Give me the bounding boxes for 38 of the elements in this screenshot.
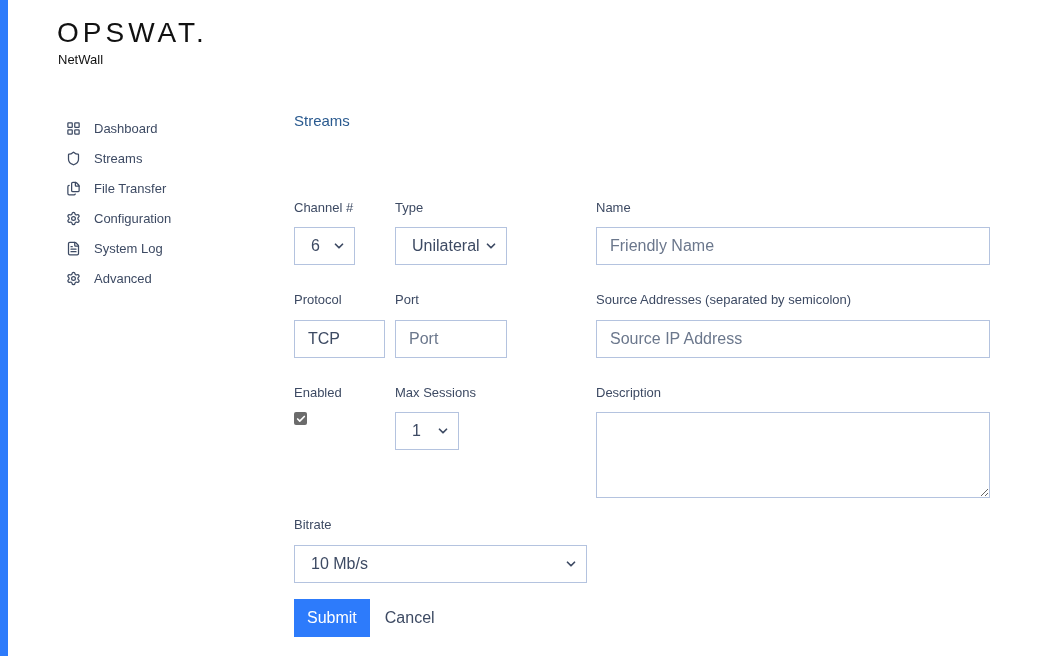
field-label: Max Sessions xyxy=(395,383,477,402)
product-name: NetWall xyxy=(58,51,105,69)
field-label: Protocol xyxy=(294,291,343,309)
field-label: Port xyxy=(395,291,420,309)
field-label: Type xyxy=(395,198,425,217)
sidebar-item[interactable]: Streams xyxy=(66,143,286,174)
field-label: Name xyxy=(596,198,632,217)
input-field[interactable]: TCP xyxy=(294,319,385,358)
field-label: Enabled xyxy=(294,383,343,402)
logo: OPSWAT. xyxy=(57,18,209,48)
dropdown[interactable]: Unilateral xyxy=(395,227,507,265)
document-icon xyxy=(66,241,81,256)
sidebar-item[interactable]: Configuration xyxy=(66,203,286,234)
description-field[interactable] xyxy=(596,412,990,498)
input-field[interactable]: Friendly Name xyxy=(596,227,990,265)
submit-button[interactable]: Submit xyxy=(294,598,370,637)
dropdown[interactable]: 6 xyxy=(294,227,355,265)
field-label: Description xyxy=(596,383,663,402)
dropdown[interactable]: 1 xyxy=(395,412,459,450)
cancel-button[interactable]: Cancel xyxy=(384,598,435,637)
sidebar-item[interactable]: File Transfer xyxy=(66,173,286,204)
shield-icon xyxy=(66,151,81,166)
field-label: Channel # xyxy=(294,198,355,217)
sidebar-item[interactable]: Advanced xyxy=(66,263,286,294)
page-title: Streams xyxy=(294,111,351,131)
documents-icon xyxy=(66,181,81,196)
field-label: Source Addresses (separated by semicolon) xyxy=(596,291,853,309)
check-icon xyxy=(295,413,306,424)
sidebar-item[interactable]: System Log xyxy=(66,233,286,264)
field-label: Bitrate xyxy=(294,516,333,534)
checkbox[interactable] xyxy=(294,412,307,425)
settings-icon xyxy=(66,211,81,226)
input-field[interactable]: Source IP Address xyxy=(596,319,990,358)
sidebar-item[interactable]: Dashboard xyxy=(66,113,286,144)
input-field[interactable]: Port xyxy=(395,319,507,358)
dropdown[interactable]: 10 Mb/s xyxy=(294,544,587,583)
settings-icon xyxy=(66,271,81,286)
grid-icon xyxy=(66,121,81,136)
